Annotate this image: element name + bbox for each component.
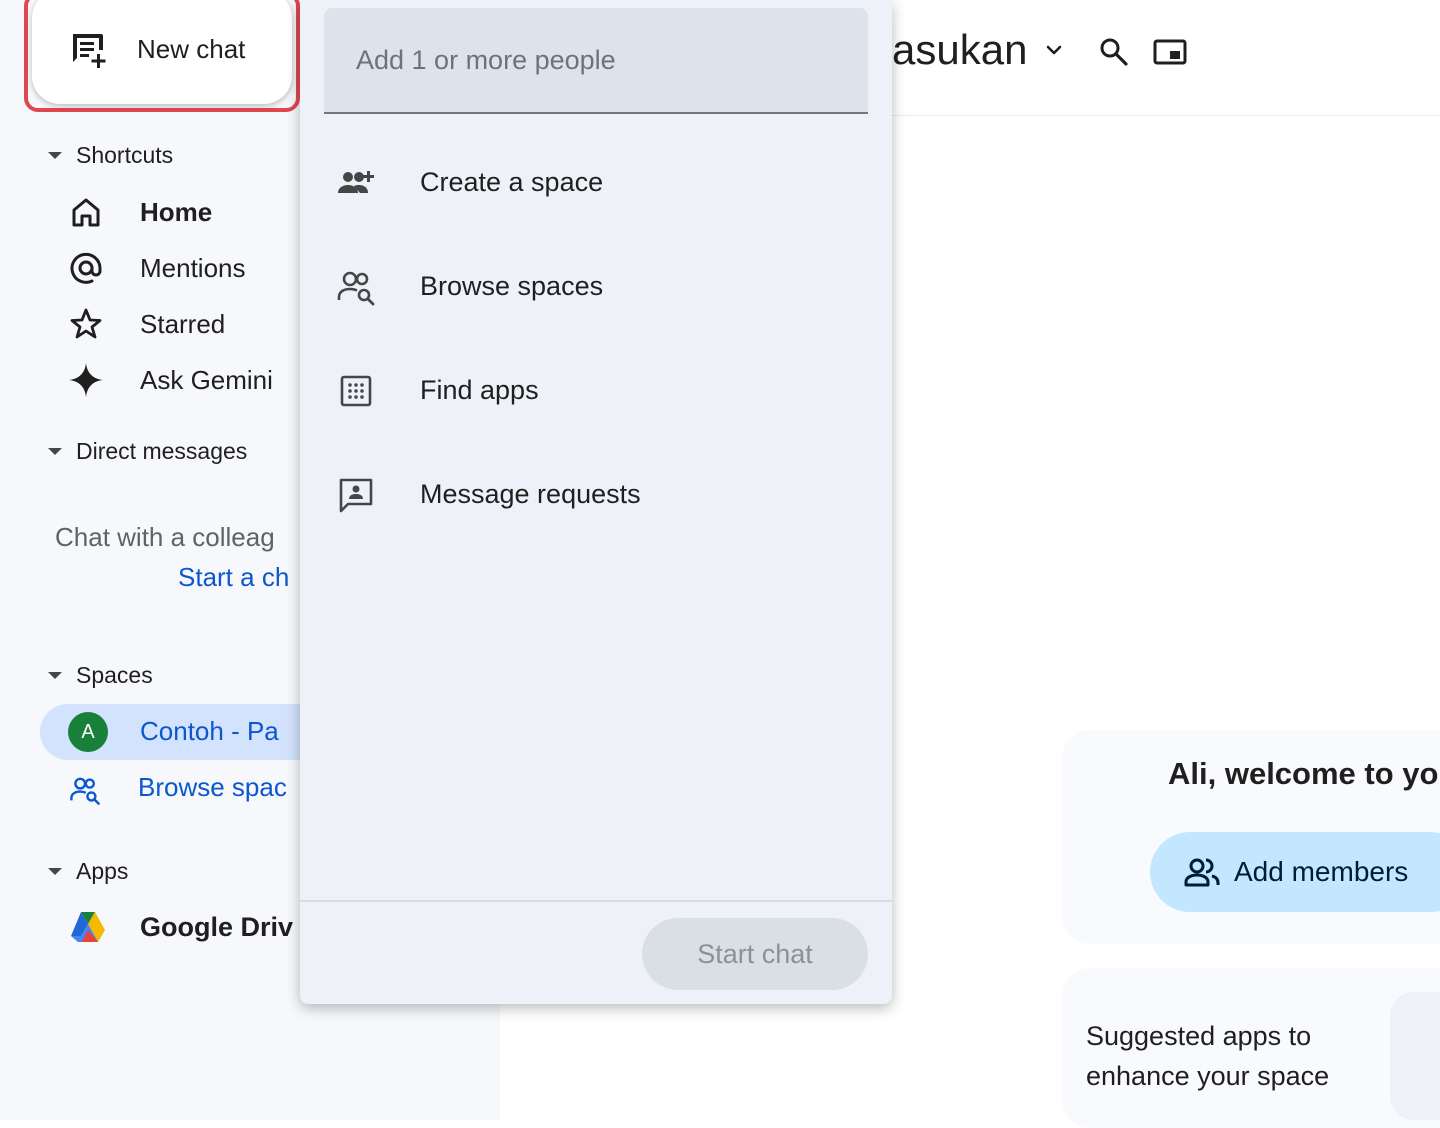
menu-item-browse-spaces[interactable]: Browse spaces: [324, 242, 868, 332]
spaces-header-label: Spaces: [76, 662, 153, 688]
google-drive-label: Google Driv: [140, 912, 294, 942]
menu-item-message-requests[interactable]: Message requests: [324, 450, 868, 540]
apps-header-label: Apps: [76, 858, 129, 884]
add-members-label: Add members: [1234, 856, 1409, 887]
apps-section-header[interactable]: Apps: [48, 858, 128, 885]
suggested-apps-text: Suggested apps to enhance your space: [1086, 1021, 1330, 1091]
create-space-icon: [338, 171, 374, 193]
sidebar-item-label: Ask Gemini: [140, 364, 273, 395]
menu-item-create-space[interactable]: Create a space: [324, 138, 868, 228]
find-apps-label: Find apps: [420, 375, 539, 405]
search-icon[interactable]: [1098, 36, 1130, 68]
chevron-down-icon[interactable]: [1044, 40, 1064, 60]
space-title[interactable]: asukan: [892, 26, 1027, 74]
message-requests-label: Message requests: [420, 479, 641, 509]
sidebar-item-label: Starred: [140, 308, 226, 339]
direct-messages-header-label: Direct messages: [76, 438, 248, 464]
sidebar-item-ask-gemini[interactable]: Ask Gemini: [66, 356, 326, 404]
new-chat-label: New chat: [137, 34, 246, 64]
sidebar-item-mentions[interactable]: Mentions: [66, 244, 326, 292]
at-sign-icon: [70, 252, 102, 284]
sidebar-item-label: Home: [140, 196, 213, 227]
dropdown-divider: [300, 900, 892, 902]
sidebar-item-starred[interactable]: Starred: [66, 300, 326, 348]
create-space-label: Create a space: [420, 167, 604, 197]
browse-spaces-label: Browse spaces: [420, 271, 604, 301]
home-icon: [72, 198, 100, 227]
space-avatar: A: [68, 712, 108, 752]
new-chat-button[interactable]: New chat: [32, 0, 292, 104]
shortcuts-section-header[interactable]: Shortcuts: [48, 142, 173, 169]
picture-in-picture-icon[interactable]: [1152, 36, 1188, 68]
caret-down-icon: [48, 152, 62, 159]
start-chat-button[interactable]: Start chat: [642, 918, 868, 990]
caret-down-icon: [48, 672, 62, 679]
direct-messages-section-header[interactable]: Direct messages: [48, 438, 247, 465]
message-requests-icon: [339, 478, 373, 513]
star-icon: [70, 308, 102, 339]
active-space-name[interactable]: Contoh - Pa: [140, 716, 279, 747]
people-input-container: [324, 8, 868, 114]
browse-spaces-label: Browse spac: [138, 772, 287, 802]
add-people-input[interactable]: [324, 8, 868, 112]
browse-spaces-icon: [337, 271, 375, 306]
sidebar-item-home[interactable]: Home: [66, 188, 326, 236]
add-members-icon: [1184, 858, 1220, 887]
welcome-text: Ali, welcome to yo: [1168, 756, 1439, 791]
direct-messages-empty-text: Chat with a colleag: [55, 522, 275, 552]
spaces-section-header[interactable]: Spaces: [48, 662, 153, 689]
new-chat-dropdown: Create a space Browse spaces Find apps M…: [300, 0, 892, 1004]
caret-down-icon: [48, 448, 62, 455]
start-a-chat-link[interactable]: Start a ch: [178, 562, 289, 593]
caret-down-icon: [48, 868, 62, 875]
apps-grid-icon: [340, 375, 372, 407]
sidebar-item-label: Mentions: [140, 252, 246, 283]
new-chat-icon: [73, 34, 106, 68]
shortcuts-header-label: Shortcuts: [76, 142, 174, 168]
sidebar-item-google-drive[interactable]: Google Driv: [66, 906, 326, 954]
suggested-app-tile[interactable]: [1390, 992, 1440, 1120]
gemini-sparkle-icon: [69, 363, 103, 397]
browse-spaces-icon: [70, 777, 100, 805]
google-drive-icon: [71, 912, 105, 942]
menu-item-find-apps[interactable]: Find apps: [324, 346, 868, 436]
add-members-button[interactable]: Add members: [1150, 832, 1440, 912]
sidebar-item-browse-spaces[interactable]: Browse spac: [66, 770, 326, 810]
